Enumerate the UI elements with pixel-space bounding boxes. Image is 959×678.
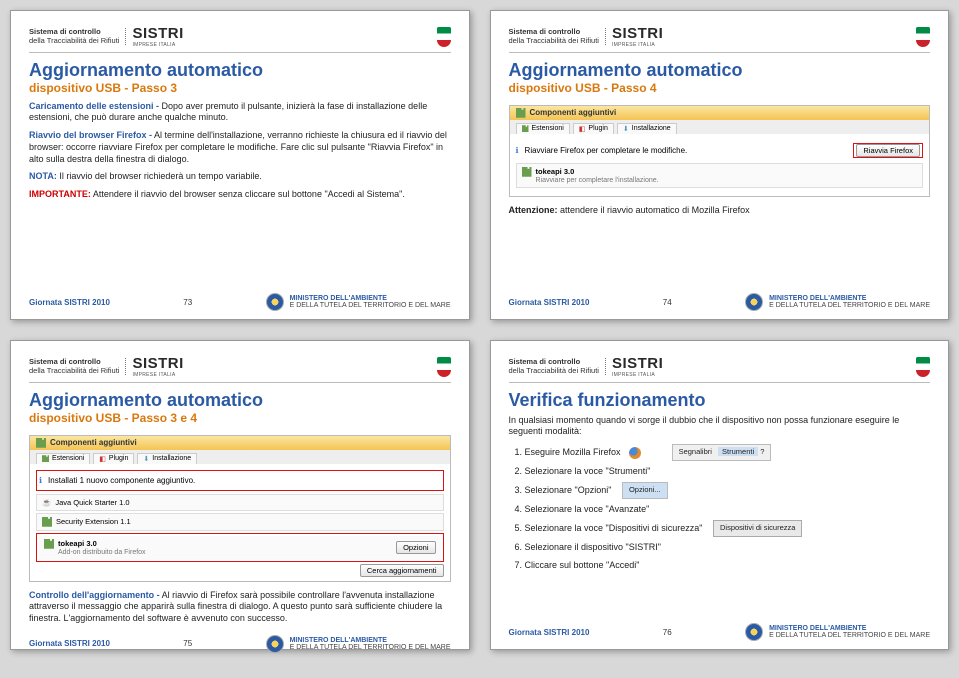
header-org: Sistema di controllo della Tracciabilità… xyxy=(509,358,606,375)
tab-install[interactable]: ⬇Installazione xyxy=(617,123,677,134)
steps-list: Eseguire Mozilla Firefox Segnalibri Stru… xyxy=(509,444,931,576)
slide-number: 73 xyxy=(183,298,192,307)
restart-firefox-button[interactable]: Riavvia Firefox xyxy=(856,144,920,157)
slide-header: Sistema di controllo della Tracciabilità… xyxy=(29,355,451,383)
paragraph-nota: NOTA: Il riavvio del browser richiederà … xyxy=(29,171,451,183)
paragraph-important: IMPORTANTE: Attendere il riavvio del bro… xyxy=(29,189,451,201)
slide-number: 76 xyxy=(663,628,672,637)
tab-extensions[interactable]: Estensioni xyxy=(36,453,90,464)
slide-74: Sistema di controllo della Tracciabilità… xyxy=(490,10,950,320)
puzzle-icon xyxy=(522,167,532,177)
footer-label: Giornata SISTRI 2010 xyxy=(509,298,590,307)
puzzle-icon xyxy=(36,438,46,448)
slides-grid: Sistema di controllo della Tracciabilità… xyxy=(10,10,949,650)
italy-flag-icon xyxy=(437,27,451,47)
list-item: Cliccare sul bottone "Accedi" xyxy=(525,558,931,573)
window-titlebar: Componenti aggiuntivi xyxy=(510,106,930,120)
ministry-logo: MINISTERO DELL'AMBIENTE E DELLA TUTELA D… xyxy=(266,635,451,653)
puzzle-icon xyxy=(516,108,526,118)
tab-bar: Estensioni ◧Plugin ⬇Installazione xyxy=(30,450,450,464)
slide-header: Sistema di controllo della Tracciabilità… xyxy=(509,355,931,383)
list-item: Selezionare la voce "Avanzate" xyxy=(525,502,931,517)
header-org: Sistema di controllo della Tracciabilità… xyxy=(29,28,126,45)
emblem-icon xyxy=(745,293,763,311)
slide-title: Aggiornamento automatico xyxy=(29,391,451,411)
tab-bar: Estensioni ◧Plugin ⬇Installazione xyxy=(510,120,930,134)
slide-number: 75 xyxy=(183,639,192,648)
install-msg-highlight: ℹ Installati 1 nuovo componente aggiunti… xyxy=(36,470,444,491)
paragraph: Riavvio del browser Firefox - Al termine… xyxy=(29,130,451,165)
emblem-icon xyxy=(266,635,284,653)
tab-extensions[interactable]: Estensioni xyxy=(516,123,570,134)
slide-76: Sistema di controllo della Tracciabilità… xyxy=(490,340,950,650)
extension-row: ☕Java Quick Starter 1.0 xyxy=(36,494,444,511)
slide-title: Aggiornamento automatico xyxy=(29,61,451,81)
footer-label: Giornata SISTRI 2010 xyxy=(509,628,590,637)
italy-flag-icon xyxy=(437,357,451,377)
slide-subtitle: dispositivo USB - Passo 4 xyxy=(509,81,931,95)
firefox-addons-screenshot: Componenti aggiuntivi Estensioni ◧Plugin… xyxy=(509,105,931,197)
tokeapi-highlight: tokeapi 3.0 Add-on distribuito da Firefo… xyxy=(36,533,444,562)
ministry-logo: MINISTERO DELL'AMBIENTE E DELLA TUTELA D… xyxy=(745,293,930,311)
list-item: Selezionare la voce "Strumenti" xyxy=(525,464,931,479)
emblem-icon xyxy=(745,623,763,641)
options-menu-item: Opzioni... xyxy=(622,482,668,499)
slide-title: Verifica funzionamento xyxy=(509,391,931,411)
find-updates-button[interactable]: Cerca aggiornamenti xyxy=(360,564,444,577)
slide-75: Sistema di controllo della Tracciabilità… xyxy=(10,340,470,650)
attention-text: Attenzione: attendere il riavvio automat… xyxy=(509,205,931,217)
slide-header: Sistema di controllo della Tracciabilità… xyxy=(29,25,451,53)
slide-subtitle: dispositivo USB - Passo 3 xyxy=(29,81,451,95)
slide-73: Sistema di controllo della Tracciabilità… xyxy=(10,10,470,320)
sistri-logo: SISTRI IMPRESE ITALIA xyxy=(612,355,663,378)
slide-footer: Giornata SISTRI 2010 75 MINISTERO DELL'A… xyxy=(29,631,451,653)
security-devices-button: Dispositivi di sicurezza xyxy=(713,520,802,537)
slide-number: 74 xyxy=(663,298,672,307)
header-org: Sistema di controllo della Tracciabilità… xyxy=(29,358,126,375)
paragraph: Controllo dell'aggiornamento - Al riavvi… xyxy=(29,590,451,625)
list-item: Selezionare la voce "Dispositivi di sicu… xyxy=(525,520,931,537)
restart-row: ℹ Riavviare Firefox per completare le mo… xyxy=(516,140,924,161)
list-item: Selezionare il dispositivo "SISTRI" xyxy=(525,540,931,555)
italy-flag-icon xyxy=(916,357,930,377)
sistri-logo: SISTRI IMPRESE ITALIA xyxy=(132,355,183,378)
sistri-logo: SISTRI IMPRESE ITALIA xyxy=(612,25,663,48)
ministry-logo: MINISTERO DELL'AMBIENTE E DELLA TUTELA D… xyxy=(266,293,451,311)
firefox-addons-screenshot: Componenti aggiuntivi Estensioni ◧Plugin… xyxy=(29,435,451,582)
emblem-icon xyxy=(266,293,284,311)
tab-plugins[interactable]: ◧Plugin xyxy=(93,453,134,464)
list-item: Eseguire Mozilla Firefox Segnalibri Stru… xyxy=(525,444,931,461)
window-titlebar: Componenti aggiuntivi xyxy=(30,436,450,450)
paragraph: Caricamento delle estensioni - Dopo aver… xyxy=(29,101,451,124)
slide-footer: Giornata SISTRI 2010 76 MINISTERO DELL'A… xyxy=(509,619,931,641)
intro-text: In qualsiasi momento quando vi sorge il … xyxy=(509,415,931,438)
slide-footer: Giornata SISTRI 2010 73 MINISTERO DELL'A… xyxy=(29,289,451,311)
italy-flag-icon xyxy=(916,27,930,47)
slide-subtitle: dispositivo USB - Passo 3 e 4 xyxy=(29,411,451,425)
slide-header: Sistema di controllo della Tracciabilità… xyxy=(509,25,931,53)
slide-title: Aggiornamento automatico xyxy=(509,61,931,81)
tab-install[interactable]: ⬇Installazione xyxy=(137,453,197,464)
footer-label: Giornata SISTRI 2010 xyxy=(29,639,110,648)
footer-label: Giornata SISTRI 2010 xyxy=(29,298,110,307)
list-item: Selezionare "Opzioni" Opzioni... xyxy=(525,482,931,499)
tab-plugins[interactable]: ◧Plugin xyxy=(573,123,614,134)
sistri-logo: SISTRI IMPRESE ITALIA xyxy=(132,25,183,48)
header-org: Sistema di controllo della Tracciabilità… xyxy=(509,28,606,45)
extension-row: tokeapi 3.0 Riavviare per completare l'i… xyxy=(516,163,924,188)
firefox-icon xyxy=(629,447,641,459)
extension-row: Security Extension 1.1 xyxy=(36,513,444,531)
slide-footer: Giornata SISTRI 2010 74 MINISTERO DELL'A… xyxy=(509,289,931,311)
options-button[interactable]: Opzioni xyxy=(396,541,435,554)
restart-button-highlight: Riavvia Firefox xyxy=(853,143,923,158)
ministry-logo: MINISTERO DELL'AMBIENTE E DELLA TUTELA D… xyxy=(745,623,930,641)
bookmarks-menu: Segnalibri Strumenti ? xyxy=(672,444,772,461)
